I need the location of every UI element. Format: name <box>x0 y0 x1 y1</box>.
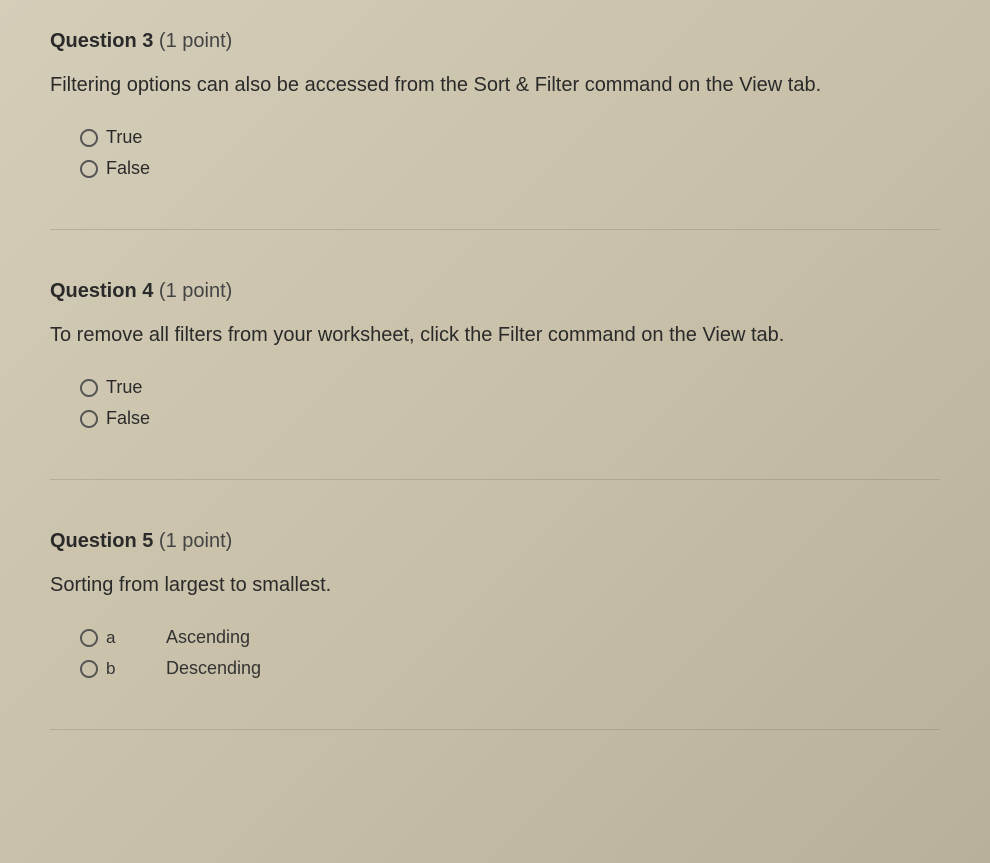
question-5-block: Question 5 (1 point) Sorting from larges… <box>50 530 940 730</box>
question-5-points: (1 point) <box>159 530 232 552</box>
question-4-points: (1 point) <box>159 280 232 302</box>
question-5-number: Question 5 <box>50 530 153 552</box>
option-label: True <box>106 377 142 398</box>
question-5-header: Question 5 (1 point) <box>50 530 940 553</box>
question-4-number: Question 4 <box>50 280 153 302</box>
question-3-options: True False <box>50 127 940 179</box>
question-4-option-true[interactable]: True <box>80 377 940 398</box>
question-4-block: Question 4 (1 point) To remove all filte… <box>50 280 940 480</box>
question-3-option-true[interactable]: True <box>80 127 940 148</box>
radio-icon <box>80 629 98 647</box>
option-label: False <box>106 158 150 179</box>
option-label: False <box>106 408 150 429</box>
radio-icon <box>80 410 98 428</box>
radio-icon <box>80 160 98 178</box>
question-4-header: Question 4 (1 point) <box>50 280 940 303</box>
question-3-text: Filtering options can also be accessed f… <box>50 71 940 99</box>
question-5-option-b[interactable]: b Descending <box>80 658 940 679</box>
question-5-option-a[interactable]: a Ascending <box>80 627 940 648</box>
question-4-options: True False <box>50 377 940 429</box>
question-3-option-false[interactable]: False <box>80 158 940 179</box>
question-3-number: Question 3 <box>50 30 153 52</box>
question-4-option-false[interactable]: False <box>80 408 940 429</box>
option-label: Ascending <box>166 627 250 648</box>
question-3-points: (1 point) <box>159 30 232 52</box>
question-3-header: Question 3 (1 point) <box>50 30 940 53</box>
option-key: a <box>106 628 166 648</box>
radio-icon <box>80 660 98 678</box>
question-5-options: a Ascending b Descending <box>50 627 940 679</box>
radio-icon <box>80 129 98 147</box>
radio-icon <box>80 379 98 397</box>
option-label: Descending <box>166 658 261 679</box>
option-label: True <box>106 127 142 148</box>
question-5-text: Sorting from largest to smallest. <box>50 571 940 599</box>
option-key: b <box>106 659 166 679</box>
question-4-text: To remove all filters from your workshee… <box>50 321 940 349</box>
question-3-block: Question 3 (1 point) Filtering options c… <box>50 30 940 230</box>
